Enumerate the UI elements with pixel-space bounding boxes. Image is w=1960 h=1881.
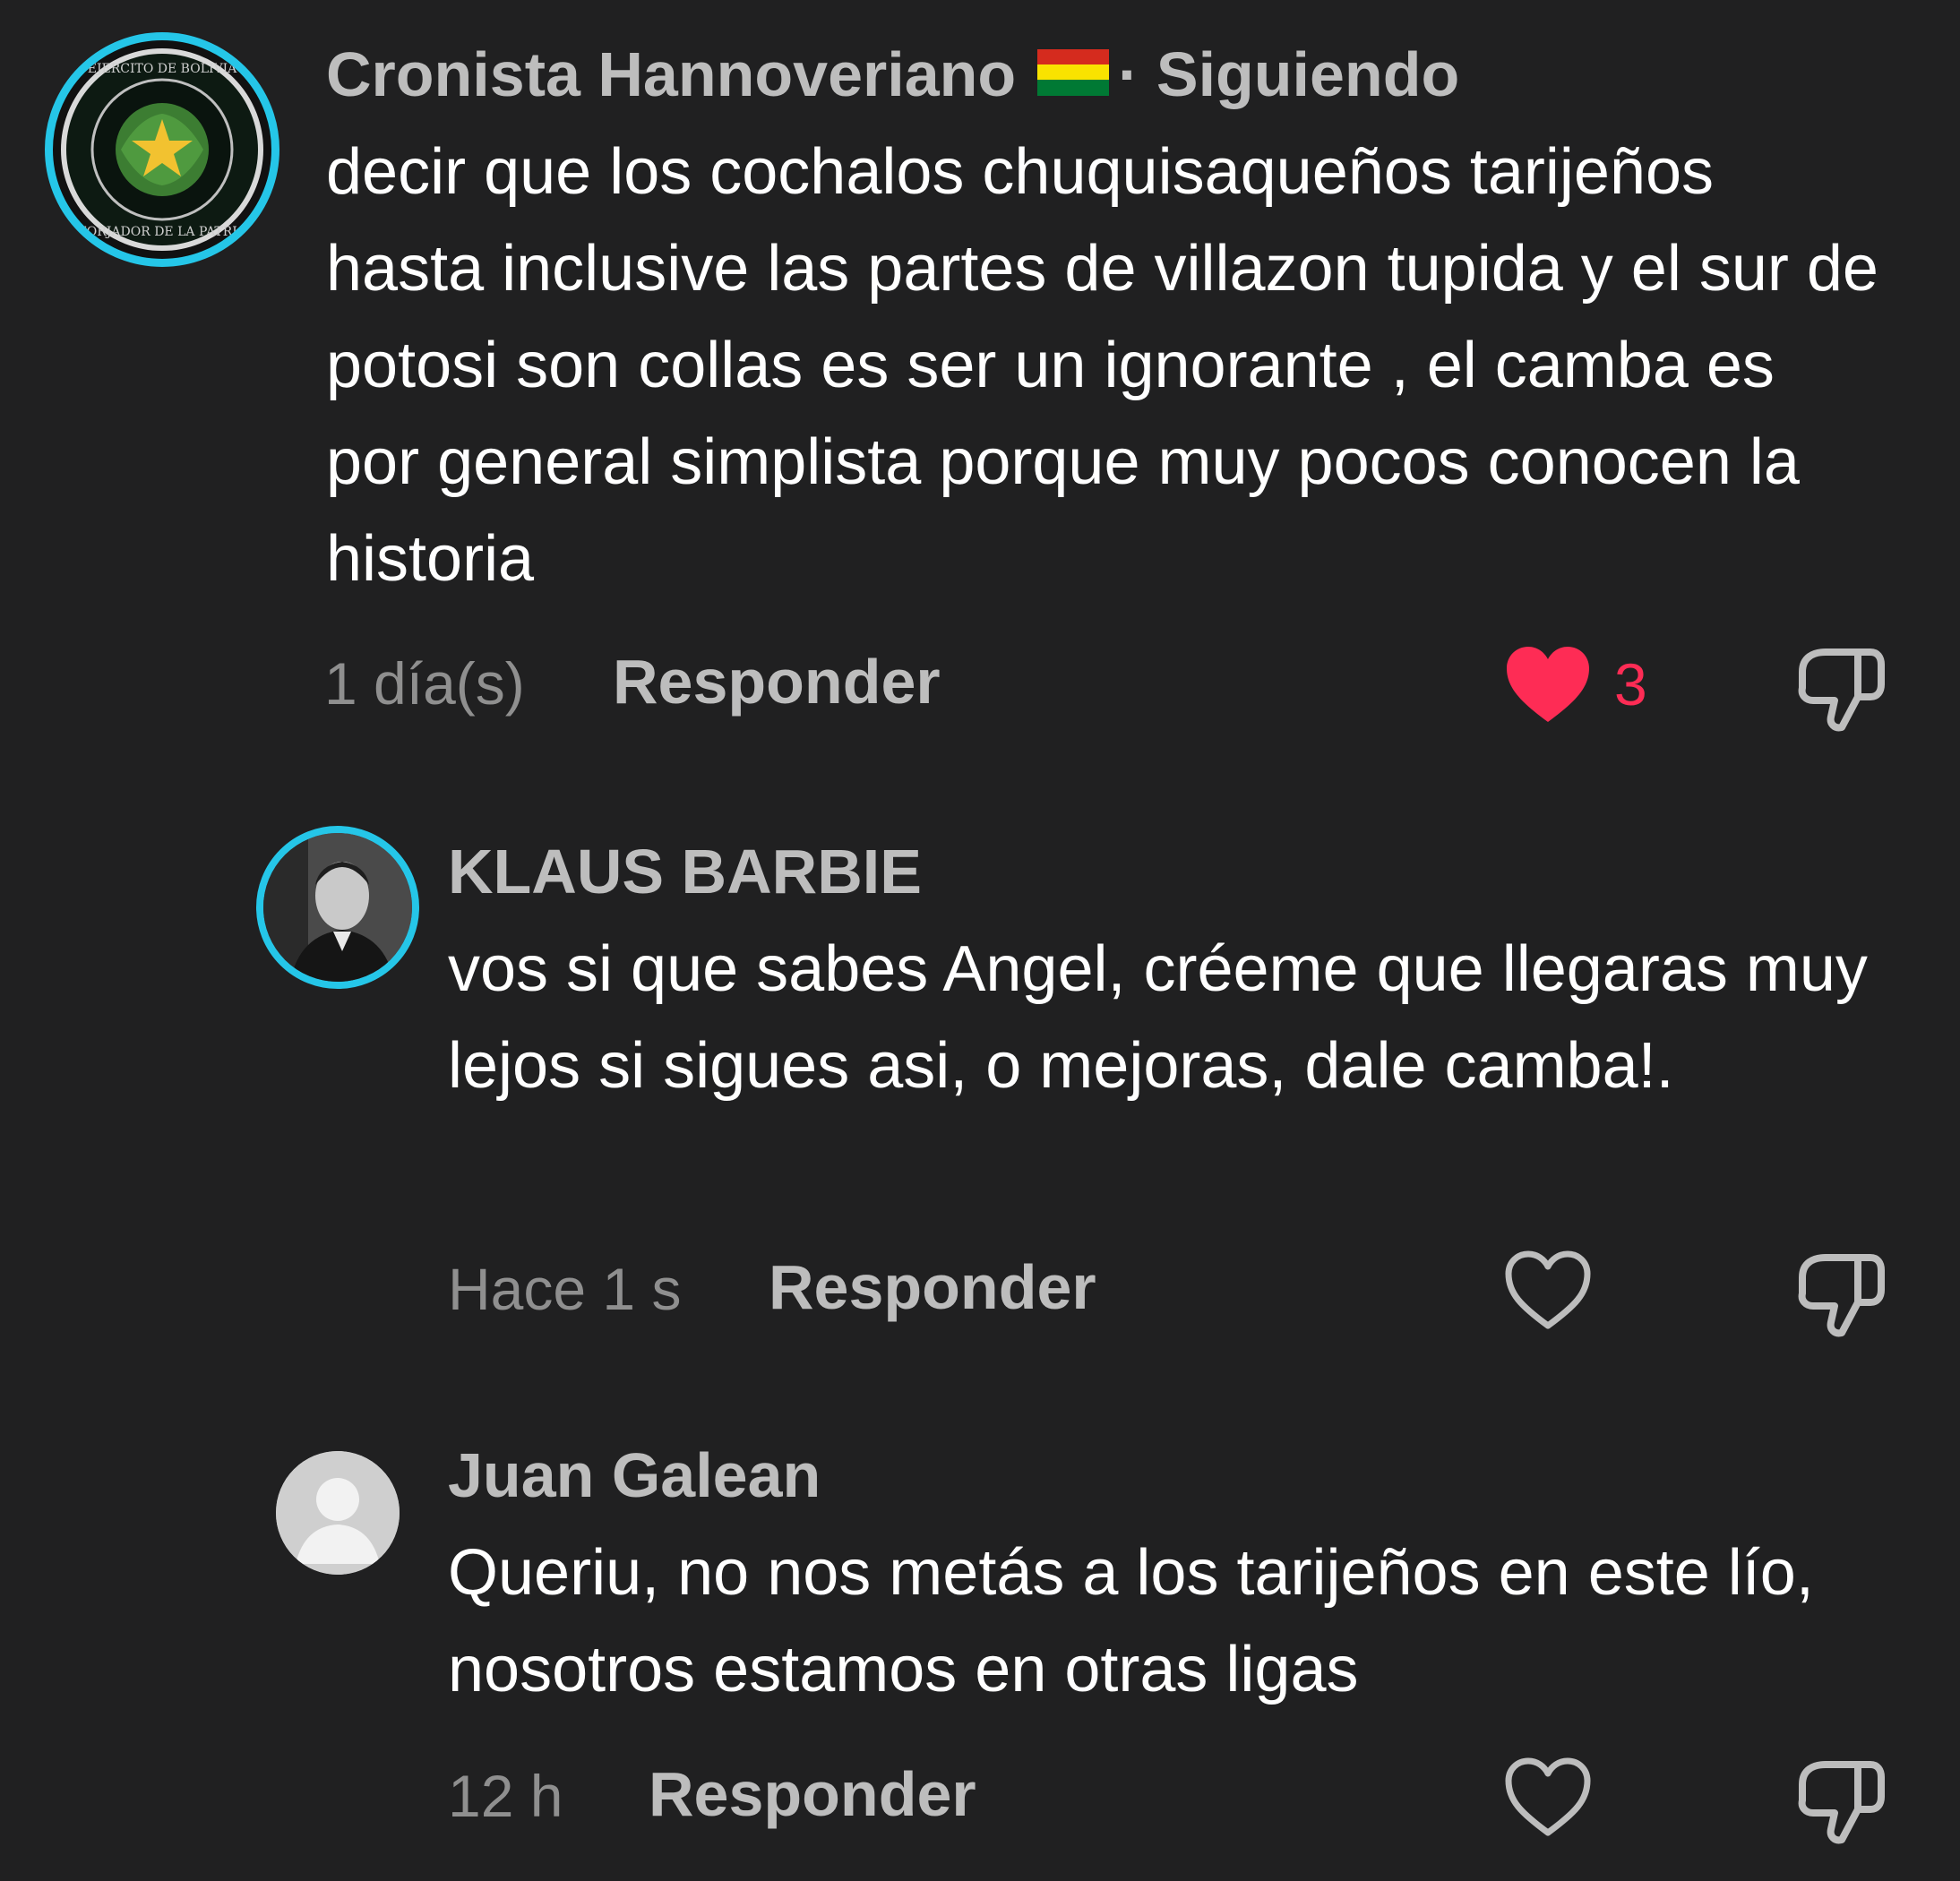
like-button[interactable]: 3 [1503, 643, 1647, 726]
heart-outline-icon [1505, 1757, 1591, 1836]
thumbs-down-icon [1798, 1761, 1885, 1844]
comment-timestamp: 1 día(s) [324, 650, 525, 717]
svg-text:EJERCITO DE BOLIVIA: EJERCITO DE BOLIVIA [88, 62, 237, 76]
comment-author-row: Cronista Hannoveriano · Siguiendo [326, 43, 1459, 106]
like-count: 3 [1614, 651, 1647, 717]
avatar[interactable]: EJERCITO DE BOLIVIA FORJADOR DE LA PATRI… [45, 32, 279, 267]
comment-text: Queriu, no nos metás a los tarijeños en … [448, 1537, 1814, 1705]
heart-outline-icon [1505, 1250, 1591, 1329]
dislike-button[interactable] [1795, 1757, 1885, 1851]
reply-button[interactable]: Responder [613, 650, 941, 713]
comment-text: vos si que sabes Angel, créeme que llega… [448, 933, 1868, 1102]
svg-text:FORJADOR DE LA PATRIA: FORJADOR DE LA PATRIA [78, 225, 247, 239]
army-emblem-icon: EJERCITO DE BOLIVIA FORJADOR DE LA PATRI… [61, 48, 263, 251]
avatar[interactable] [256, 826, 419, 989]
comment-timestamp: Hace 1 s [448, 1256, 682, 1322]
reply-button[interactable]: Responder [769, 1256, 1096, 1318]
comment-author[interactable]: Cronista Hannoveriano [326, 39, 1016, 109]
portrait-photo-icon [263, 833, 412, 982]
comment-author[interactable]: KLAUS BARBIE [448, 840, 922, 903]
comment-author[interactable]: Juan Galean [448, 1444, 821, 1507]
reply-button[interactable]: Responder [649, 1763, 976, 1825]
comment-timestamp: 12 h [448, 1763, 563, 1829]
like-button[interactable] [1503, 1249, 1593, 1331]
dislike-button[interactable] [1795, 645, 1885, 739]
comment-text: decir que los cochalos chuquisaqueños ta… [326, 136, 1878, 595]
thumbs-down-icon [1798, 648, 1885, 732]
follow-status[interactable]: · Siguiendo [1118, 39, 1459, 109]
thumbs-down-icon [1798, 1254, 1885, 1337]
like-button[interactable] [1503, 1756, 1593, 1838]
dislike-button[interactable] [1795, 1250, 1885, 1344]
avatar[interactable] [276, 1451, 400, 1575]
default-user-icon [276, 1451, 400, 1575]
bolivia-flag-icon [1037, 48, 1110, 96]
heart-filled-icon [1507, 647, 1589, 722]
